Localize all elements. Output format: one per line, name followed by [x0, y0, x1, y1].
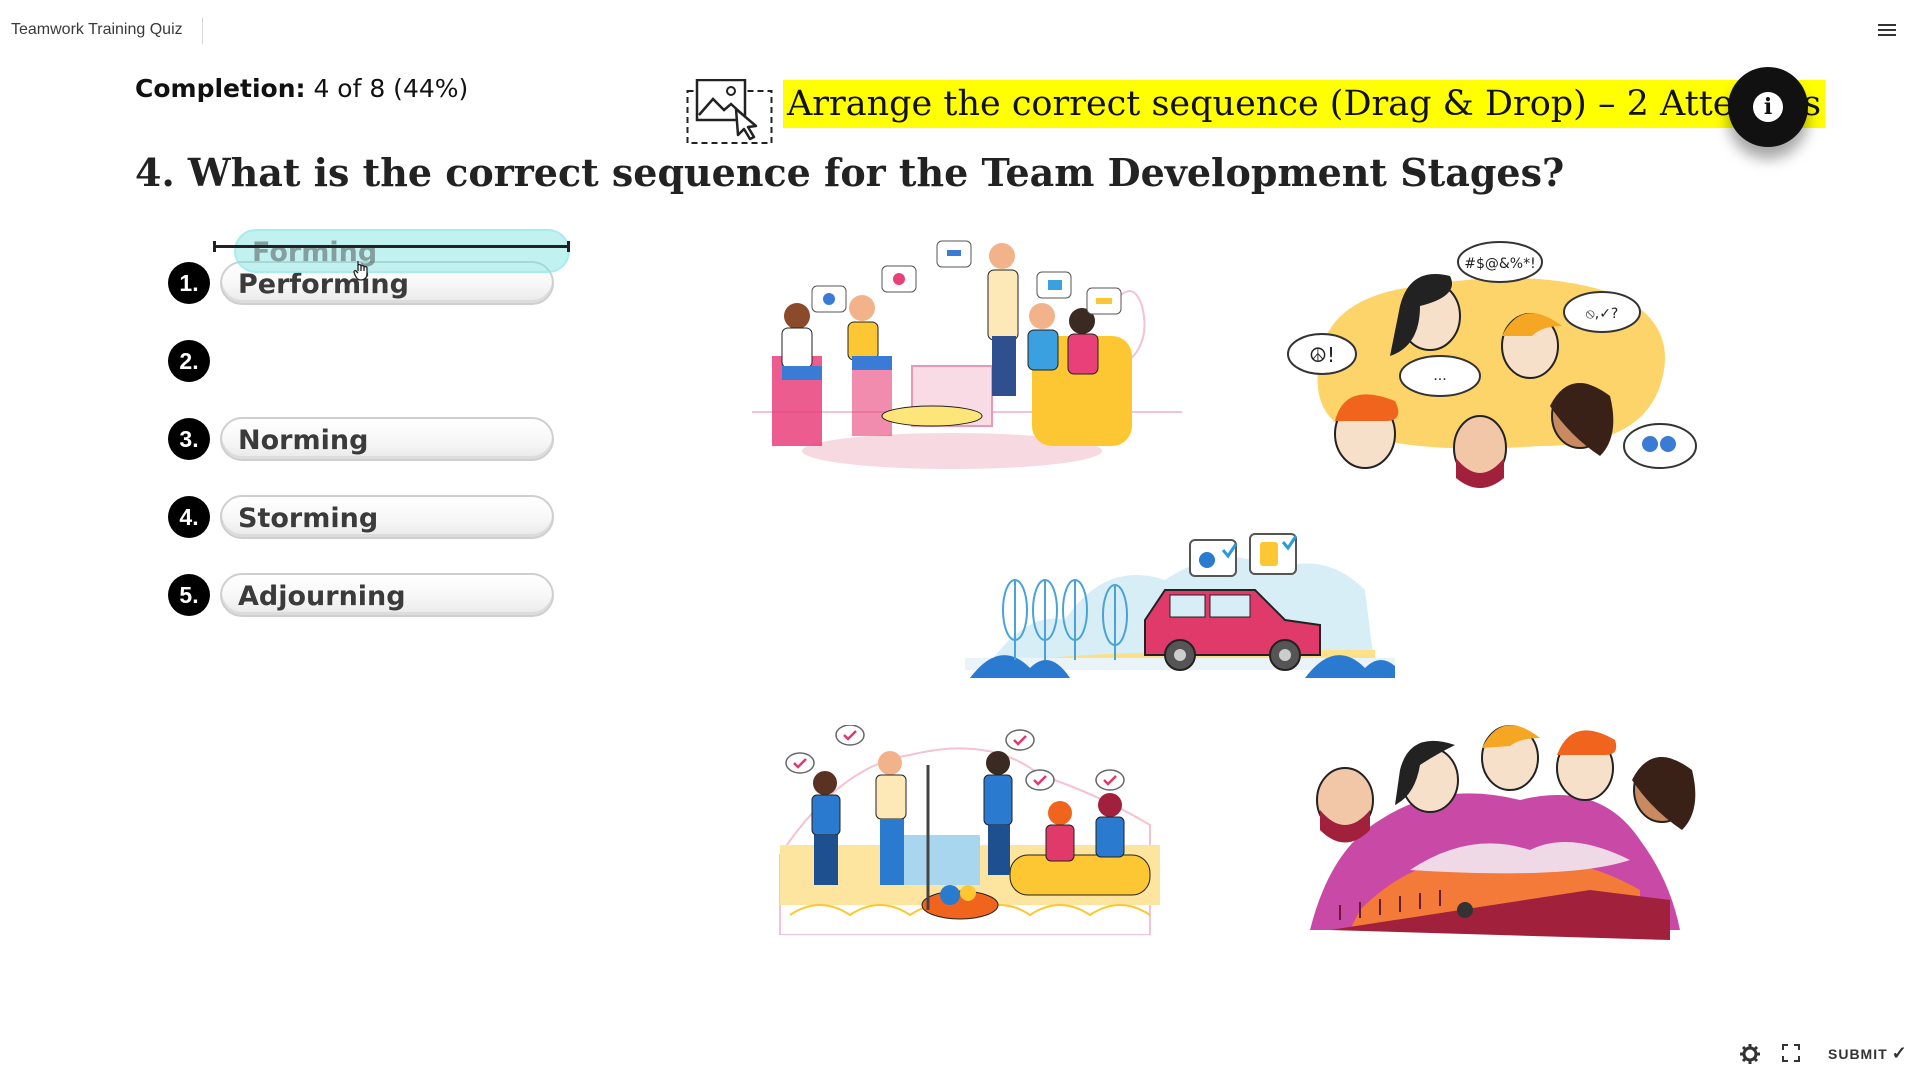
answer-chip-norming[interactable]: Norming [220, 417, 554, 461]
svg-text:☮!: ☮! [1309, 343, 1335, 367]
fullscreen-icon[interactable] [1782, 1044, 1800, 1062]
gear-icon[interactable] [1740, 1044, 1760, 1064]
completion-value: 4 of 8 (44%) [313, 74, 469, 103]
answer-chip-adjourning[interactable]: Adjourning [220, 573, 554, 617]
app-title: Teamwork Training Quiz [11, 21, 183, 38]
team-meeting-illustration [752, 240, 1182, 469]
slot-number-5: 5. [168, 574, 210, 616]
title-divider [202, 18, 203, 44]
submit-label: SUBMIT [1828, 1046, 1888, 1062]
checkmark-icon: ✓ [1891, 1043, 1908, 1063]
dragging-chip-forming[interactable]: Forming [234, 229, 570, 273]
completion-label: Completion: [135, 74, 306, 103]
completion-status: Completion: 4 of 8 (44%) [135, 74, 468, 103]
top-bar: Teamwork Training Quiz [0, 0, 1920, 62]
svg-text:⦸,✓?: ⦸,✓? [1586, 306, 1619, 322]
slot-number-3: 3. [168, 418, 210, 460]
instruction-banner: Arrange the correct sequence (Drag & Dro… [783, 80, 1826, 128]
info-button[interactable]: i [1728, 67, 1808, 147]
arguing-faces-illustration: #$@&%*! ⦸,✓? ☮! ... [1287, 241, 1697, 488]
svg-text:...: ... [1433, 368, 1446, 384]
sad-faces-farewell-illustration [1310, 725, 1696, 940]
team-success-illustration [779, 725, 1160, 935]
svg-text:#$@&%*!: #$@&%*! [1464, 256, 1535, 272]
menu-icon[interactable] [1878, 24, 1896, 38]
info-icon: i [1753, 92, 1783, 122]
slot-number-2: 2. [168, 340, 210, 382]
car-journey-illustration [965, 533, 1395, 678]
question-title: 4. What is the correct sequence for the … [135, 150, 1565, 195]
hand-cursor-icon [353, 261, 368, 281]
slot-number-4: 4. [168, 496, 210, 538]
slot-number-1: 1. [168, 262, 210, 304]
drop-insertion-line [213, 241, 570, 252]
drag-drop-image-icon [686, 78, 774, 145]
submit-button[interactable]: SUBMIT ✓ [1828, 1043, 1908, 1064]
answer-chip-storming[interactable]: Storming [220, 495, 554, 539]
bottom-bar [0, 1030, 1920, 1080]
